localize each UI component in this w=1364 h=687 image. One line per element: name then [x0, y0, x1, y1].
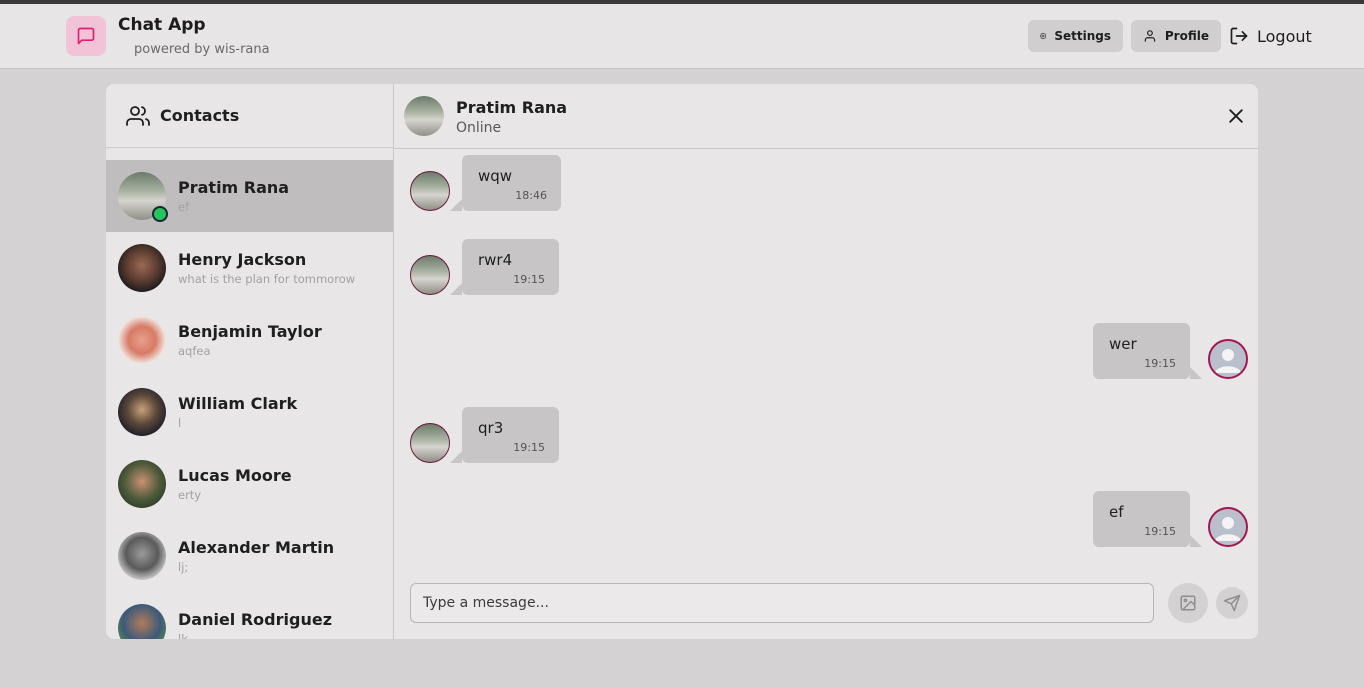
avatar: [404, 96, 444, 136]
contacts-title: Contacts: [160, 106, 240, 125]
avatar: [118, 460, 166, 508]
contact-name: Pratim Rana: [178, 178, 290, 197]
avatar: [118, 532, 166, 580]
app-title: Chat App: [118, 15, 206, 35]
contact-item-lucas-moore[interactable]: Lucas Moore erty: [106, 448, 393, 520]
avatar: [118, 604, 166, 639]
image-icon: [1180, 595, 1196, 611]
chat-container: Contacts Pratim Rana ef Henry Jackson wh…: [106, 84, 1258, 639]
profile-button[interactable]: Profile: [1131, 20, 1221, 52]
contact-last-message: lj;: [178, 560, 189, 574]
gear-icon: [1040, 32, 1047, 40]
user-placeholder-icon: [1215, 517, 1241, 541]
message-input[interactable]: [410, 583, 1154, 623]
logout-button[interactable]: Logout: [1229, 22, 1312, 50]
message-text: wqw: [478, 167, 513, 185]
contact-item-benjamin-taylor[interactable]: Benjamin Taylor aqfea: [106, 304, 393, 376]
message-bubble: rwr4 19:15: [450, 239, 559, 295]
contact-name: Alexander Martin: [178, 538, 335, 557]
app-logo[interactable]: [66, 16, 106, 56]
send-icon: [1223, 594, 1241, 612]
message-text: qr3: [478, 419, 504, 437]
avatar: [410, 423, 450, 463]
app-subtitle: powered by wis-rana: [134, 42, 270, 57]
contact-name: William Clark: [178, 394, 298, 413]
contact-item-pratim-rana[interactable]: Pratim Rana ef: [106, 160, 393, 232]
contacts-list: Pratim Rana ef Henry Jackson what is the…: [106, 160, 393, 639]
contact-last-message: ef: [178, 200, 190, 214]
message-text: wer: [1109, 335, 1137, 353]
settings-button[interactable]: Settings: [1028, 20, 1123, 52]
logout-icon: [1230, 27, 1248, 45]
logout-label: Logout: [1257, 26, 1312, 46]
chat-panel: Pratim Rana Online wqw 18:46 rwr4 19:15 …: [394, 84, 1258, 639]
avatar: [118, 316, 166, 364]
chat-contact-name: Pratim Rana: [456, 98, 568, 117]
attach-image-button[interactable]: [1168, 583, 1208, 623]
contact-item-william-clark[interactable]: William Clark l: [106, 376, 393, 448]
user-icon: [1144, 30, 1156, 42]
chat-contact-status: Online: [456, 120, 502, 136]
avatar: [118, 244, 166, 292]
message-bubble: wer 19:15: [1093, 323, 1202, 379]
avatar: [118, 388, 166, 436]
avatar: [1208, 507, 1248, 547]
message-bubble: wqw 18:46: [450, 155, 561, 211]
avatar: [410, 171, 450, 211]
contact-last-message: aqfea: [178, 344, 211, 358]
contact-last-message: lk: [178, 632, 188, 639]
message-text: rwr4: [478, 251, 513, 269]
send-button[interactable]: [1216, 587, 1248, 619]
message-square-icon: [77, 27, 95, 45]
message-time: 19:15: [1144, 357, 1176, 370]
navbar: Chat App powered by wis-rana Settings Pr…: [0, 4, 1364, 69]
message-time: 19:15: [513, 441, 545, 454]
settings-label: Settings: [1054, 29, 1111, 43]
message-time: 18:46: [515, 189, 547, 202]
contact-item-daniel-rodriguez[interactable]: Daniel Rodriguez lk: [106, 592, 393, 639]
contact-item-alexander-martin[interactable]: Alexander Martin lj;: [106, 520, 393, 592]
contact-last-message: erty: [178, 488, 202, 502]
contact-last-message: what is the plan for tommorow: [178, 272, 356, 286]
contact-last-message: l: [178, 416, 182, 430]
contacts-sidebar: Contacts Pratim Rana ef Henry Jackson wh…: [106, 84, 394, 639]
message-time: 19:15: [1144, 525, 1176, 538]
message-time: 19:15: [513, 273, 545, 286]
contact-name: Benjamin Taylor: [178, 322, 322, 341]
users-icon: [126, 105, 150, 126]
contact-name: Lucas Moore: [178, 466, 292, 485]
message-bubble: ef 19:15: [1093, 491, 1202, 547]
message-text: ef: [1109, 503, 1124, 521]
contact-name: Daniel Rodriguez: [178, 610, 333, 629]
contact-item-henry-jackson[interactable]: Henry Jackson what is the plan for tommo…: [106, 232, 393, 304]
user-placeholder-icon: [1215, 349, 1241, 373]
message-bubble: qr3 19:15: [450, 407, 559, 463]
avatar: [410, 255, 450, 295]
contacts-header: Contacts: [106, 84, 393, 148]
avatar: [118, 172, 168, 222]
contact-name: Henry Jackson: [178, 250, 307, 269]
close-icon[interactable]: [1226, 106, 1246, 126]
profile-label: Profile: [1164, 29, 1209, 43]
online-indicator: [152, 206, 168, 222]
chat-header: Pratim Rana Online: [394, 84, 1258, 149]
avatar: [1208, 339, 1248, 379]
